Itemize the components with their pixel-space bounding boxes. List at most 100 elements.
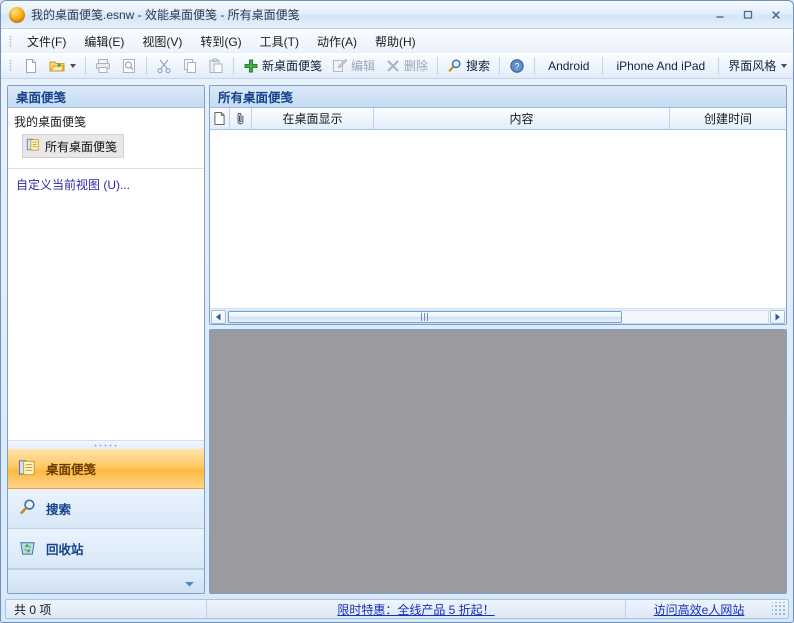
x-icon: [385, 58, 401, 74]
paste-icon: [208, 58, 224, 74]
search-button[interactable]: 搜索: [442, 55, 495, 77]
scissors-icon: [156, 58, 172, 74]
delete-button[interactable]: 删除: [380, 55, 433, 77]
menu-bar: 文件(F) 编辑(E) 视图(V) 转到(G) 工具(T) 动作(A) 帮助(H…: [1, 29, 793, 53]
toolbar-separator-1: [85, 56, 86, 75]
left-navigation-pane: 桌面便笺 我的桌面便笺 所有桌面便笺 自定义当前视图 (U)... 桌面便笺 搜…: [7, 85, 205, 594]
pane-splitter[interactable]: [8, 440, 204, 449]
skin-dropdown-caret[interactable]: [781, 63, 788, 68]
menu-goto[interactable]: 转到(G): [191, 29, 250, 54]
toolbar-separator-7: [602, 56, 604, 75]
close-button[interactable]: [763, 5, 789, 24]
column-header-create-time[interactable]: 创建时间: [670, 108, 786, 129]
right-content-area: 所有桌面便笺 在桌面显示 内容 创建时间: [209, 85, 787, 594]
application-window: 我的桌面便笺.esnw - 效能桌面便笺 - 所有桌面便笺 文件(F) 编辑(E…: [0, 0, 794, 623]
open-file-button[interactable]: [44, 55, 81, 77]
status-website: 访问高效e人网站: [626, 600, 772, 618]
note-icon: [18, 458, 37, 480]
sidebar-item-recycle-bin[interactable]: 回收站: [8, 529, 204, 569]
sidebar-item-desktop-notes-label: 桌面便笺: [46, 463, 97, 477]
menu-tools[interactable]: 工具(T): [251, 29, 308, 54]
new-note-button[interactable]: 新桌面便笺: [238, 55, 327, 77]
note-page-icon: [26, 137, 40, 155]
printer-icon: [95, 58, 111, 74]
column-header-document[interactable]: [210, 108, 230, 129]
list-pane-header: 所有桌面便笺: [210, 86, 786, 108]
android-button[interactable]: Android: [539, 55, 598, 77]
note-preview-pane[interactable]: [209, 329, 787, 594]
horizontal-scrollbar[interactable]: [210, 308, 786, 324]
nav-footer: [8, 569, 204, 593]
menu-help[interactable]: 帮助(H): [366, 29, 425, 54]
window-title: 我的桌面便笺.esnw - 效能桌面便笺 - 所有桌面便笺: [31, 8, 300, 22]
column-header-attachment[interactable]: [230, 108, 252, 129]
notes-list-pane: 所有桌面便笺 在桌面显示 内容 创建时间: [209, 85, 787, 325]
toolbar-separator-5: [499, 56, 501, 75]
print-preview-icon: [121, 58, 137, 74]
sidebar-item-desktop-notes[interactable]: 桌面便笺: [8, 449, 204, 489]
app-icon: [9, 6, 25, 23]
help-button[interactable]: ?: [504, 55, 530, 77]
scroll-right-arrow[interactable]: [770, 309, 785, 324]
toolbar-grip[interactable]: [9, 59, 12, 72]
toolbar-separator-8: [718, 56, 720, 75]
tree-item-all-notes[interactable]: 所有桌面便笺: [22, 134, 125, 158]
sidebar-item-search[interactable]: 搜索: [8, 489, 204, 529]
list-column-headers: 在桌面显示 内容 创建时间: [210, 108, 786, 130]
window-controls: [707, 5, 789, 24]
copy-button[interactable]: [177, 55, 203, 77]
new-file-button[interactable]: [18, 55, 44, 77]
scroll-left-arrow[interactable]: [211, 309, 226, 324]
status-promo: 限时特惠：全线产品 5 折起！: [206, 600, 626, 618]
svg-text:?: ?: [515, 61, 520, 71]
toolbar-separator-4: [437, 56, 439, 75]
customize-current-view-link[interactable]: 自定义当前视图 (U)...: [8, 169, 204, 193]
column-header-content[interactable]: 内容: [374, 108, 670, 129]
status-item-count: 共 0 项: [14, 602, 52, 617]
edit-label: 编辑: [351, 59, 376, 73]
chevron-down-icon[interactable]: [184, 577, 195, 591]
title-bar: 我的桌面便笺.esnw - 效能桌面便笺 - 所有桌面便笺: [1, 1, 793, 29]
menu-view[interactable]: 视图(V): [133, 29, 191, 54]
tree-item-all-notes-label: 所有桌面便笺: [45, 139, 118, 154]
folder-tree: 我的桌面便笺 所有桌面便笺 自定义当前视图 (U)...: [8, 108, 204, 440]
resize-grip[interactable]: [772, 602, 786, 616]
iphone-ipad-button[interactable]: iPhone And iPad: [607, 55, 714, 77]
print-button[interactable]: [90, 55, 116, 77]
promo-link[interactable]: 限时特惠：全线产品 5 折起！: [337, 601, 494, 618]
copy-icon: [182, 58, 198, 74]
menu-file[interactable]: 文件(F): [18, 29, 75, 54]
main-content: 桌面便笺 我的桌面便笺 所有桌面便笺 自定义当前视图 (U)... 桌面便笺 搜…: [7, 85, 787, 594]
menu-grip[interactable]: [9, 34, 12, 48]
column-header-show-on-desktop[interactable]: 在桌面显示: [252, 108, 374, 129]
skin-button[interactable]: 界面风格: [723, 55, 792, 77]
magnifier-icon: [18, 498, 37, 520]
scrollbar-track[interactable]: [227, 309, 769, 324]
scrollbar-thumb-grip: [420, 312, 430, 321]
help-icon: ?: [509, 58, 525, 74]
splitter-grip: [93, 443, 119, 447]
plus-icon: [243, 58, 259, 74]
delete-label: 删除: [404, 59, 429, 73]
open-folder-icon: [49, 58, 65, 74]
nav-button-list: 桌面便笺 搜索 回收站: [8, 449, 204, 569]
minimize-button[interactable]: [707, 5, 733, 24]
edit-button[interactable]: 编辑: [327, 55, 380, 77]
paste-button[interactable]: [203, 55, 229, 77]
menu-edit[interactable]: 编辑(E): [75, 29, 133, 54]
new-file-icon: [23, 58, 39, 74]
left-pane-header: 桌面便笺: [8, 86, 204, 108]
skin-label: 界面风格: [728, 59, 777, 73]
cut-button[interactable]: [151, 55, 177, 77]
notes-list-body[interactable]: [210, 130, 786, 308]
website-link[interactable]: 访问高效e人网站: [654, 601, 745, 618]
magnifier-icon: [447, 58, 463, 74]
scrollbar-thumb[interactable]: [228, 310, 623, 323]
open-file-dropdown-caret[interactable]: [70, 63, 76, 68]
maximize-button[interactable]: [735, 5, 761, 24]
menu-actions[interactable]: 动作(A): [308, 29, 366, 54]
print-preview-button[interactable]: [116, 55, 142, 77]
sidebar-item-search-label: 搜索: [46, 503, 72, 517]
toolbar-separator-6: [534, 56, 536, 75]
toolbar-separator-3: [233, 56, 234, 75]
